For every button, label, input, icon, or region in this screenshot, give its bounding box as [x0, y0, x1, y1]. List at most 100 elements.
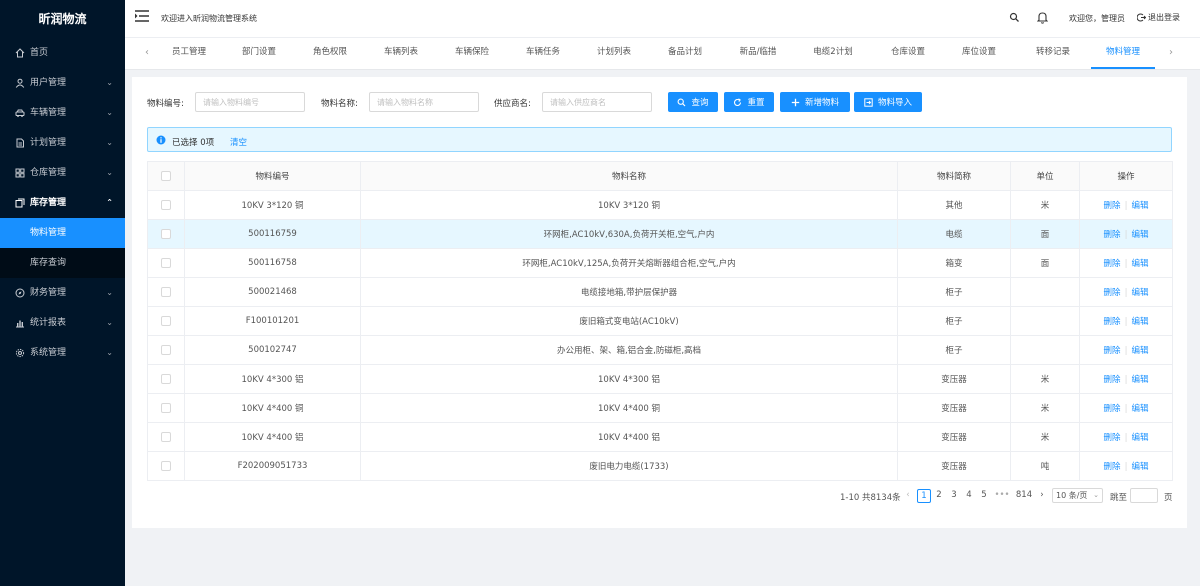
column-header-name[interactable]: 物料名称 — [360, 161, 898, 191]
delete-link[interactable]: 删除 — [1104, 259, 1121, 269]
clear-selection-link[interactable]: 清空 — [230, 136, 247, 148]
page-last[interactable]: 814 — [1014, 489, 1034, 503]
tab-departments[interactable]: 部门设置 — [229, 38, 289, 69]
material-code-input[interactable] — [195, 92, 305, 112]
table-row[interactable]: 500021468 电缆接地箱,带护层保护器 柜子 删除 | 编辑 — [147, 277, 1173, 307]
add-material-button[interactable]: 新增物料 — [780, 92, 850, 112]
delete-link[interactable]: 删除 — [1104, 288, 1121, 298]
tab-cable-plan[interactable]: 电缆2计划 — [801, 38, 865, 69]
tab-vehicle-tasks[interactable]: 车辆任务 — [513, 38, 573, 69]
row-checkbox[interactable] — [161, 373, 171, 384]
logout-button[interactable]: 退出登录 — [1137, 12, 1180, 23]
tabs-scroll-right-icon[interactable]: › — [1169, 47, 1173, 58]
page-2[interactable]: 2 — [933, 489, 945, 503]
sidebar-item-inventory[interactable]: 库存管理 ⌃ — [0, 188, 125, 218]
edit-link[interactable]: 编辑 — [1131, 201, 1148, 211]
delete-link[interactable]: 删除 — [1104, 375, 1121, 385]
column-header-short[interactable]: 物料简称 — [897, 161, 1011, 191]
search-icon[interactable] — [1009, 12, 1021, 24]
next-page-icon[interactable]: › — [1037, 489, 1047, 503]
table-row[interactable]: 10KV 3*120 铜 10KV 3*120 铜其他米删除 | 编辑 — [147, 190, 1173, 220]
table-row[interactable]: 10KV 4*400 铝 10KV 4*400 铝变压器米删除 | 编辑 — [147, 422, 1173, 452]
menu-toggle-icon[interactable] — [135, 10, 149, 24]
sidebar-subitem-stock-query[interactable]: 库存查询 — [0, 248, 125, 278]
row-checkbox[interactable] — [161, 199, 171, 210]
column-header-code[interactable]: 物料编号 — [184, 161, 361, 191]
edit-link[interactable]: 编辑 — [1131, 259, 1148, 269]
tab-roles[interactable]: 角色权限 — [300, 38, 360, 69]
row-checkbox[interactable] — [161, 431, 171, 442]
delete-link[interactable]: 删除 — [1104, 404, 1121, 414]
row-checkbox[interactable] — [161, 257, 171, 268]
select-all-checkbox[interactable] — [161, 170, 171, 181]
sidebar-item-warehouse[interactable]: 仓库管理 ⌄ — [0, 158, 125, 188]
table-row[interactable]: 10KV 4*400 铜 10KV 4*400 铜变压器米删除 | 编辑 — [147, 393, 1173, 423]
table-row[interactable]: F100101201 废旧箱式变电站(AC10kV) 柜子 删除 | 编辑 — [147, 306, 1173, 336]
tab-transfer-records[interactable]: 转移记录 — [1021, 38, 1085, 69]
sidebar-item-users[interactable]: 用户管理 ⌄ — [0, 68, 125, 98]
edit-link[interactable]: 编辑 — [1131, 404, 1148, 414]
delete-link[interactable]: 删除 — [1104, 346, 1121, 356]
row-select-cell — [147, 451, 185, 481]
edit-link[interactable]: 编辑 — [1131, 375, 1148, 385]
sidebar-subitem-materials[interactable]: 物料管理 — [0, 218, 125, 248]
delete-link[interactable]: 删除 — [1104, 230, 1121, 240]
page-1[interactable]: 1 — [917, 489, 931, 503]
page-5[interactable]: 5 — [978, 489, 990, 503]
page-4[interactable]: 4 — [963, 489, 975, 503]
column-header-unit[interactable]: 单位 — [1010, 161, 1080, 191]
tab-warehouse-settings[interactable]: 仓库设置 — [876, 38, 940, 69]
table-row[interactable]: 10KV 4*300 铝 10KV 4*300 铝变压器米删除 | 编辑 — [147, 364, 1173, 394]
delete-link[interactable]: 删除 — [1104, 462, 1121, 472]
table-row[interactable]: 500116758 环网柜,AC10kV,125A,负荷开关熔断器组合柜,空气,户… — [147, 248, 1173, 278]
delete-link[interactable]: 删除 — [1104, 201, 1121, 211]
tab-plan-list[interactable]: 计划列表 — [584, 38, 644, 69]
row-checkbox[interactable] — [161, 460, 171, 471]
tabs-scroll-left-icon[interactable]: ‹ — [145, 47, 149, 58]
edit-link[interactable]: 编辑 — [1131, 433, 1148, 443]
material-name-input[interactable] — [369, 92, 479, 112]
import-material-button[interactable]: 物料导入 — [854, 92, 922, 112]
edit-link[interactable]: 编辑 — [1131, 346, 1148, 356]
sidebar-item-system[interactable]: 系统管理 ⌄ — [0, 338, 125, 368]
tab-spare-plan[interactable]: 备品计划 — [655, 38, 715, 69]
row-checkbox[interactable] — [161, 315, 171, 326]
sidebar-item-finance[interactable]: 财务管理 ⌄ — [0, 278, 125, 308]
edit-link[interactable]: 编辑 — [1131, 288, 1148, 298]
row-checkbox[interactable] — [161, 344, 171, 355]
chevron-down-icon: ⌄ — [106, 168, 113, 177]
delete-link[interactable]: 删除 — [1104, 317, 1121, 327]
jump-label: 跳至 — [1110, 493, 1128, 503]
edit-link[interactable]: 编辑 — [1131, 462, 1148, 472]
row-checkbox[interactable] — [161, 402, 171, 413]
delete-link[interactable]: 删除 — [1104, 433, 1121, 443]
bell-icon[interactable] — [1036, 11, 1049, 24]
table-row[interactable]: F202009051733 废旧电力电缆(1733) 变压器吨删除 | 编辑 — [147, 451, 1173, 481]
row-checkbox[interactable] — [161, 228, 171, 239]
row-checkbox[interactable] — [161, 286, 171, 297]
sidebar-item-vehicles[interactable]: 车辆管理 ⌄ — [0, 98, 125, 128]
inventory-submenu: 物料管理 库存查询 — [0, 218, 125, 278]
page-3[interactable]: 3 — [948, 489, 960, 503]
tab-new-items[interactable]: 新品/临措 — [726, 38, 790, 69]
tab-employees[interactable]: 员工管理 — [159, 38, 219, 69]
tab-location-settings[interactable]: 库位设置 — [947, 38, 1011, 69]
tab-materials[interactable]: 物料管理 — [1091, 38, 1155, 69]
edit-link[interactable]: 编辑 — [1131, 230, 1148, 240]
cell-code: 500116758 — [184, 248, 361, 278]
supplier-input[interactable] — [542, 92, 652, 112]
query-button[interactable]: 查询 — [668, 92, 718, 112]
page-size-select[interactable]: 10 条/页 ⌄ — [1052, 488, 1103, 503]
tab-vehicle-insurance[interactable]: 车辆保险 — [442, 38, 502, 69]
prev-page-icon[interactable]: ‹ — [903, 489, 913, 503]
tab-vehicle-list[interactable]: 车辆列表 — [371, 38, 431, 69]
table-row[interactable]: 500116759 环网柜,AC10kV,630A,负荷开关柜,空气,户内 电缆面删… — [147, 219, 1173, 249]
sidebar-item-plans[interactable]: 计划管理 ⌄ — [0, 128, 125, 158]
jump-page-input[interactable] — [1130, 488, 1158, 503]
page-ellipsis[interactable]: ••• — [994, 489, 1010, 503]
sidebar-item-home[interactable]: 首页 — [0, 38, 125, 68]
reset-button[interactable]: 重置 — [724, 92, 774, 112]
edit-link[interactable]: 编辑 — [1131, 317, 1148, 327]
sidebar-item-reports[interactable]: 统计报表 ⌄ — [0, 308, 125, 338]
table-row[interactable]: 500102747 办公用柜、架、箱,铝合金,防磁柜,高档 柜子 删除 | 编辑 — [147, 335, 1173, 365]
